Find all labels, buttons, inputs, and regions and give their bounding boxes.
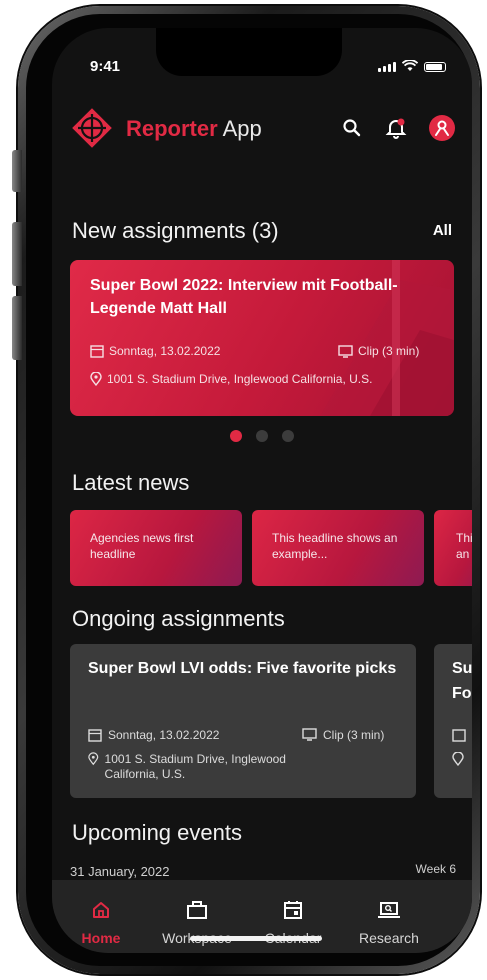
ongoing-location: 1001 S. Stadium Drive, Inglewood Califor… [88, 752, 338, 782]
assignment-location-text: 1001 S. Stadium Drive, Inglewood Califor… [107, 372, 373, 386]
calendar-icon [88, 729, 102, 742]
news-card[interactable]: This headline shows an example... [252, 510, 424, 586]
ongoing-card[interactable]: Su Fo [434, 644, 472, 798]
news-headline: Agencies news first headline [90, 531, 194, 561]
upcoming-events-title: Upcoming events [72, 820, 242, 845]
assignment-title: Super Bowl 2022: Interview mit Football-… [90, 277, 398, 317]
news-card[interactable]: This an [434, 510, 472, 586]
nav-home-label: Home [81, 930, 121, 946]
page-dot-1[interactable] [230, 430, 242, 442]
profile-button[interactable] [428, 114, 456, 142]
monitor-icon [302, 728, 317, 741]
ongoing-card[interactable]: Super Bowl LVI odds: Five favorite picks… [70, 644, 416, 798]
search-icon [343, 119, 361, 137]
ongoing-card-title: Super Bowl LVI odds: Five favorite picks [88, 660, 397, 677]
brand-primary: Reporter [126, 116, 218, 141]
laptop-search-icon [378, 902, 400, 918]
avatar-icon [429, 115, 455, 141]
bottom-navigation: Home Workspace Calendar [52, 880, 472, 953]
app-header: Reporter App [68, 106, 456, 150]
event-date: 31 January, 2022 [70, 864, 170, 879]
status-time: 9:41 [90, 58, 121, 75]
assignment-date-text: Sonntag, 13.02.2022 [109, 344, 221, 358]
calendar-icon [284, 901, 302, 919]
ongoing-location-text: 1001 S. Stadium Drive, Inglewood Califor… [104, 752, 286, 781]
ongoing-media-text: Clip (3 min) [323, 728, 385, 742]
nav-research[interactable]: Research [344, 898, 434, 946]
calendar-icon [90, 345, 104, 358]
page-dot-2[interactable] [256, 430, 268, 442]
search-button[interactable] [338, 114, 366, 142]
ongoing-date [452, 728, 466, 742]
latest-news-title: Latest news [72, 470, 190, 495]
brand-secondary: App [222, 116, 262, 141]
notifications-button[interactable] [382, 114, 410, 142]
new-assignments-title: New assignments (3) [72, 218, 279, 243]
ongoing-date: Sonntag, 13.02.2022 [88, 728, 219, 743]
home-indicator[interactable] [190, 936, 322, 941]
ongoing-date-text: Sonntag, 13.02.2022 [108, 728, 220, 742]
volume-down-button [12, 296, 22, 360]
assignment-media-text: Clip (3 min) [358, 344, 420, 358]
carousel-pagination [52, 430, 472, 442]
assignment-date: Sonntag, 13.02.2022 [90, 344, 220, 358]
ongoing-card-title: Su Fo [452, 660, 472, 702]
assignment-location: 1001 S. Stadium Drive, Inglewood Califor… [90, 372, 372, 386]
bell-icon [385, 118, 407, 139]
monitor-icon [338, 344, 353, 358]
home-icon [93, 902, 109, 918]
view-all-link[interactable]: All [433, 222, 452, 239]
assignment-media: Clip (3 min) [338, 344, 419, 358]
news-card[interactable]: Agencies news first headline [70, 510, 242, 586]
event-week: Week 6 [415, 862, 456, 876]
location-pin-icon [90, 372, 102, 386]
volume-up-button [12, 222, 22, 286]
news-headline: This an [456, 531, 472, 561]
mute-switch [12, 150, 22, 192]
ongoing-assignments-title: Ongoing assignments [72, 606, 285, 631]
app-title: Reporter App [126, 116, 262, 142]
ongoing-location [452, 752, 464, 766]
battery-icon [424, 62, 446, 72]
ongoing-media: Clip (3 min) [302, 728, 384, 743]
briefcase-icon [187, 901, 207, 919]
status-icons [378, 60, 446, 72]
page-dot-3[interactable] [282, 430, 294, 442]
reporter-logo-icon [72, 108, 112, 148]
nav-home[interactable]: Home [56, 898, 146, 946]
calendar-icon [452, 729, 466, 742]
wifi-icon [402, 60, 418, 71]
status-bar: 9:41 [86, 58, 450, 78]
location-pin-icon [452, 752, 464, 766]
news-headline: This headline shows an example... [272, 531, 398, 561]
signal-icon [378, 62, 396, 72]
app-screen: 9:41 Reporter App New assignments (3) Al… [52, 28, 472, 953]
assignment-card[interactable]: Super Bowl 2022: Interview mit Football-… [70, 260, 454, 416]
location-pin-icon [88, 752, 99, 766]
nav-research-label: Research [359, 930, 419, 946]
